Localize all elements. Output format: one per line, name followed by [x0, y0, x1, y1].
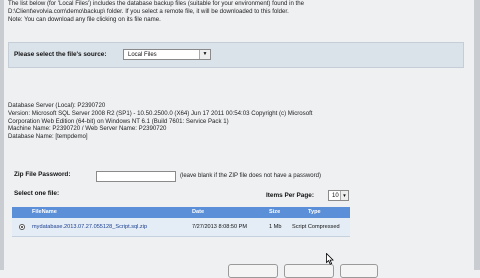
source-select[interactable]: Local Files ▼: [123, 49, 211, 60]
file-radio-button[interactable]: [19, 224, 25, 230]
left-border: [0, 0, 4, 270]
action-button[interactable]: [284, 264, 334, 278]
file-name-link[interactable]: mydatabase.2013.07.27.055128_Script.sql.…: [32, 224, 147, 230]
column-header-filename[interactable]: FileName: [32, 209, 57, 215]
items-per-page-label: Items Per Page:: [266, 192, 314, 199]
intro-line: D:\Client\evolvia.com\demo\backup\ folde…: [8, 8, 289, 15]
column-header-date[interactable]: Date: [192, 209, 204, 215]
server-info-line: Database Server (Local): P2390720: [8, 102, 106, 109]
file-type: Script Compressed: [292, 224, 340, 230]
backup-files-table: FileName Date Size Type mydatabase.2013.…: [12, 207, 350, 237]
right-scrollbar[interactable]: [474, 0, 480, 270]
server-info-line: Version: Microsoft SQL Server 2008 R2 (S…: [8, 109, 313, 117]
action-button[interactable]: [228, 264, 278, 278]
zip-password-label: Zip File Password:: [14, 171, 71, 178]
items-per-page-value: 10: [332, 193, 339, 199]
server-info-line: Machine Name: P2390720 / Web Server Name…: [8, 125, 167, 133]
chevron-down-icon[interactable]: ▼: [199, 50, 210, 59]
intro-note: Note: You can download any file clicking…: [8, 16, 161, 23]
column-header-size[interactable]: Size: [269, 209, 280, 215]
server-info: Database Server (Local): P2390720 Versio…: [8, 102, 313, 141]
column-header-type[interactable]: Type: [308, 209, 321, 215]
items-per-page-select[interactable]: 10 ▼: [328, 190, 349, 201]
server-info-line: Database Name: [tempdemo]: [8, 133, 88, 141]
source-panel: Please select the file's source: Local F…: [8, 42, 464, 68]
table-header: FileName Date Size Type: [12, 207, 350, 218]
source-select-value: Local Files: [128, 52, 157, 58]
intro-line: The list below (for 'Local Files') inclu…: [8, 0, 304, 7]
server-info-line: Corporation Web Edition (64-bit) on Wind…: [8, 117, 229, 125]
source-label: Please select the file's source:: [14, 51, 107, 58]
mouse-cursor-icon: [326, 253, 334, 265]
zip-password-note: (leave blank if the ZIP file does not ha…: [180, 173, 321, 179]
action-button[interactable]: [340, 264, 378, 278]
file-date: 7/27/2013 8:08:50 PM: [192, 224, 248, 230]
file-size: 1 Mb: [269, 224, 282, 230]
table-row[interactable]: mydatabase.2013.07.27.055128_Script.sql.…: [12, 218, 350, 237]
zip-password-input[interactable]: [96, 171, 176, 182]
select-file-label: Select one file:: [14, 190, 60, 197]
chevron-down-icon[interactable]: ▼: [340, 191, 348, 200]
intro-text: The list below (for 'Local Files') inclu…: [8, 0, 468, 24]
